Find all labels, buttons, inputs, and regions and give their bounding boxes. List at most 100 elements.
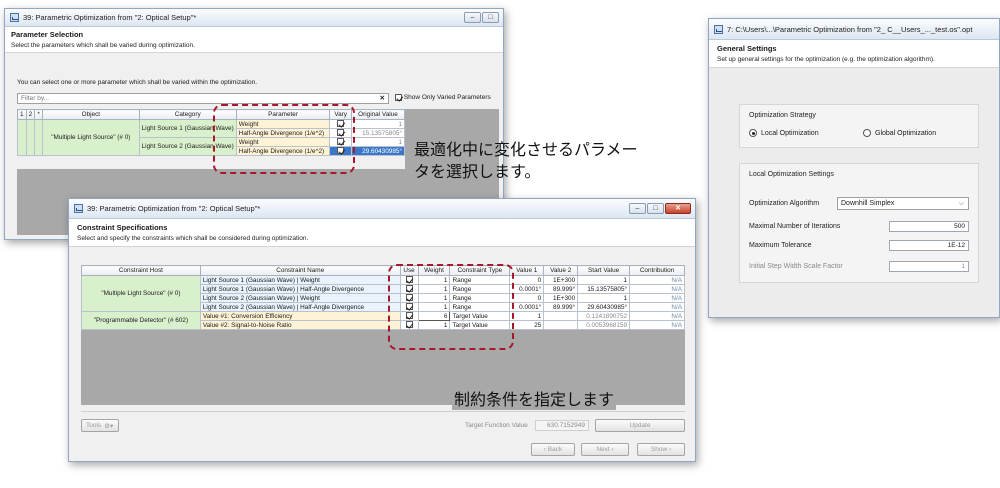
use-checkbox[interactable] bbox=[405, 303, 413, 311]
type-cell[interactable]: Range bbox=[449, 302, 511, 312]
parameter-cell[interactable]: Half-Angle Divergence (1/e^2) bbox=[235, 146, 331, 156]
type-cell[interactable]: Range bbox=[449, 293, 511, 303]
table-row[interactable]: "Multiple Light Source" (# 0) Light Sour… bbox=[81, 275, 685, 312]
use-cell[interactable] bbox=[399, 311, 419, 321]
col-2[interactable]: 2 bbox=[25, 109, 36, 120]
show-only-varied-checkbox[interactable] bbox=[395, 94, 402, 101]
value1-cell[interactable]: 25 bbox=[509, 320, 545, 330]
category-cell[interactable]: Light Source 2 (Gaussian Wave) bbox=[138, 137, 237, 156]
weight-cell[interactable]: 6 bbox=[417, 311, 451, 321]
col-constraint-type[interactable]: Constraint Type bbox=[449, 265, 511, 276]
use-checkbox[interactable] bbox=[405, 321, 413, 329]
clear-filter-icon[interactable]: ✕ bbox=[380, 94, 385, 103]
col-weight[interactable]: Weight bbox=[417, 265, 451, 276]
value1-cell[interactable]: 0 bbox=[509, 293, 545, 303]
show-button[interactable]: Show › bbox=[637, 443, 685, 456]
col-category[interactable]: Category bbox=[138, 109, 237, 120]
show-only-varied[interactable]: Show Only Varied Parameters bbox=[395, 94, 491, 101]
max-tolerance-field[interactable]: 1E-12 bbox=[889, 240, 969, 251]
maximize-icon[interactable]: □ bbox=[647, 203, 664, 214]
vary-checkbox[interactable] bbox=[337, 120, 345, 128]
general-window-titlebar[interactable]: 7: C:\Users\...\Parametric Optimization … bbox=[709, 19, 999, 40]
close-icon[interactable]: ✕ bbox=[665, 203, 691, 214]
type-cell[interactable]: Range bbox=[449, 284, 511, 294]
col-object[interactable]: Object bbox=[42, 109, 140, 120]
col-value-2[interactable]: Value 2 bbox=[543, 265, 579, 276]
col-use[interactable]: Use bbox=[399, 265, 419, 276]
vary-checkbox[interactable] bbox=[337, 129, 345, 137]
constraint-name-cell[interactable]: Light Source 1 (Gaussian Wave) | Weight bbox=[199, 275, 401, 285]
constraint-name-cell[interactable]: Light Source 1 (Gaussian Wave) | Half-An… bbox=[199, 284, 401, 294]
use-cell[interactable] bbox=[399, 302, 419, 312]
type-cell[interactable]: Target Value bbox=[449, 320, 511, 330]
col-original-value[interactable]: Original Value bbox=[350, 109, 406, 120]
value2-cell[interactable] bbox=[543, 320, 579, 330]
use-checkbox[interactable] bbox=[405, 294, 413, 302]
use-checkbox[interactable] bbox=[405, 285, 413, 293]
parameter-window-titlebar[interactable]: 39: Parametric Optimization from "2: Opt… bbox=[5, 9, 503, 27]
algorithm-select[interactable]: Downhill Simplex ⌵ bbox=[837, 197, 969, 210]
use-cell[interactable] bbox=[399, 275, 419, 285]
vary-cell[interactable] bbox=[329, 137, 352, 147]
type-cell[interactable]: Range bbox=[449, 275, 511, 285]
type-cell[interactable]: Target Value bbox=[449, 311, 511, 321]
col-value-1[interactable]: Value 1 bbox=[509, 265, 545, 276]
next-button[interactable]: Next › bbox=[581, 443, 629, 456]
vary-cell[interactable] bbox=[329, 128, 352, 138]
update-button[interactable]: Update bbox=[595, 419, 685, 432]
initial-step-field[interactable]: 1 bbox=[889, 261, 969, 272]
value2-cell[interactable]: 1E+300 bbox=[543, 293, 579, 303]
back-button[interactable]: ‹ Back bbox=[531, 443, 575, 456]
parameter-cell[interactable]: Weight bbox=[235, 137, 331, 147]
filter-input[interactable]: Filter by... ✕ bbox=[17, 93, 389, 104]
use-checkbox[interactable] bbox=[405, 312, 413, 320]
global-radio-icon[interactable] bbox=[863, 129, 871, 137]
constraint-name-cell[interactable]: Light Source 2 (Gaussian Wave) | Weight bbox=[199, 293, 401, 303]
chevron-down-icon[interactable]: ⌵ bbox=[959, 198, 964, 209]
value1-cell[interactable]: 0.0001° bbox=[509, 302, 545, 312]
col-1[interactable]: 1 bbox=[17, 109, 27, 120]
value2-cell[interactable]: 1E+300 bbox=[543, 275, 579, 285]
table-row[interactable]: "Multiple Light Source" (# 0) Light Sour… bbox=[17, 119, 406, 156]
col-star[interactable]: * bbox=[34, 109, 44, 120]
vary-cell[interactable] bbox=[329, 146, 352, 156]
value1-cell[interactable]: 0.0001° bbox=[509, 284, 545, 294]
constraint-name-cell[interactable]: Light Source 2 (Gaussian Wave) | Half-An… bbox=[199, 302, 401, 312]
constraint-host-cell[interactable]: "Programmable Detector" (# 602) bbox=[81, 311, 201, 330]
use-cell[interactable] bbox=[399, 284, 419, 294]
table-row[interactable]: "Programmable Detector" (# 602) Value #1… bbox=[81, 311, 685, 330]
value2-cell[interactable] bbox=[543, 311, 579, 321]
max-iterations-field[interactable]: 500 bbox=[889, 221, 969, 232]
constraint-host-cell[interactable]: "Multiple Light Source" (# 0) bbox=[81, 275, 201, 312]
minimize-icon[interactable]: – bbox=[464, 12, 481, 23]
weight-cell[interactable]: 1 bbox=[417, 275, 451, 285]
value2-cell[interactable]: 89.999° bbox=[543, 302, 579, 312]
local-optimization-radio[interactable]: Local Optimization bbox=[749, 129, 819, 137]
constraint-name-cell[interactable]: Value #1: Conversion Efficiency bbox=[199, 311, 401, 321]
col-constraint-host[interactable]: Constraint Host bbox=[81, 265, 201, 276]
vary-checkbox[interactable] bbox=[337, 147, 345, 155]
maximize-icon[interactable]: □ bbox=[482, 12, 499, 23]
col-parameter[interactable]: Parameter bbox=[235, 109, 331, 120]
value1-cell[interactable]: 0 bbox=[509, 275, 545, 285]
category-cell[interactable]: Light Source 1 (Gaussian Wave) bbox=[138, 119, 237, 138]
parameter-cell[interactable]: Weight bbox=[235, 119, 331, 129]
local-radio-icon[interactable] bbox=[749, 129, 757, 137]
weight-cell[interactable]: 1 bbox=[417, 302, 451, 312]
minimize-icon[interactable]: – bbox=[629, 203, 646, 214]
value1-cell[interactable]: 1 bbox=[509, 311, 545, 321]
value2-cell[interactable]: 89.999° bbox=[543, 284, 579, 294]
global-optimization-radio[interactable]: Global Optimization bbox=[863, 129, 936, 137]
tools-button[interactable]: Tools ⚙▾ bbox=[81, 419, 119, 432]
constraint-window-titlebar[interactable]: 39: Parametric Optimization from "2: Opt… bbox=[69, 199, 695, 219]
weight-cell[interactable]: 1 bbox=[417, 284, 451, 294]
vary-cell[interactable] bbox=[329, 119, 352, 129]
object-cell[interactable]: "Multiple Light Source" (# 0) bbox=[42, 119, 140, 156]
weight-cell[interactable]: 1 bbox=[417, 320, 451, 330]
use-checkbox[interactable] bbox=[405, 276, 413, 284]
col-constraint-name[interactable]: Constraint Name bbox=[199, 265, 401, 276]
weight-cell[interactable]: 1 bbox=[417, 293, 451, 303]
col-vary[interactable]: Vary bbox=[329, 109, 352, 120]
use-cell[interactable] bbox=[399, 293, 419, 303]
vary-checkbox[interactable] bbox=[337, 138, 345, 146]
